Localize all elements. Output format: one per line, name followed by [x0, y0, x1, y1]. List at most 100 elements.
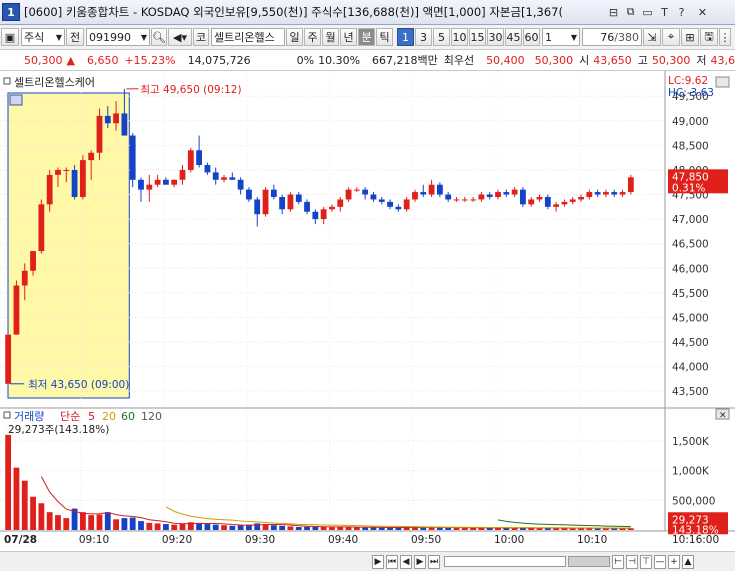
time-tick-label: 09:20: [162, 534, 192, 546]
candle-body: [445, 194, 452, 200]
candle-body: [204, 165, 211, 173]
zoom-in-icon[interactable]: +: [668, 554, 680, 569]
price-tick-label: 48,500: [672, 140, 709, 152]
font-icon[interactable]: T: [657, 5, 672, 20]
period-minute[interactable]: 분: [358, 28, 375, 46]
volume-bar: [229, 525, 236, 530]
unit-select[interactable]: 1 ▼: [542, 28, 580, 46]
price-tick-label: 46,000: [672, 263, 709, 275]
zoom-icon[interactable]: ⇲: [643, 28, 661, 46]
chart-area[interactable]: 49,50049,00048,50048,00047,50047,00046,5…: [0, 71, 735, 551]
candle-body: [478, 194, 485, 200]
period-day[interactable]: 일: [286, 28, 303, 46]
interval-45[interactable]: 45: [505, 28, 522, 46]
interval-60[interactable]: 60: [523, 28, 540, 46]
candle-body: [353, 189, 360, 191]
price-tick-label: 44,500: [672, 337, 709, 349]
volume-bar: [162, 524, 169, 530]
volume-bar: [279, 525, 286, 530]
candle-body: [138, 179, 144, 190]
menu-toggle-icon[interactable]: ▣: [1, 28, 19, 46]
candle-body: [553, 204, 560, 207]
volume-bar: [445, 527, 452, 530]
panel-collapse-icon[interactable]: [715, 76, 730, 88]
interval-30[interactable]: 30: [487, 28, 504, 46]
volume-bar: [96, 514, 103, 530]
volume-bar: [237, 525, 244, 530]
candle-body: [345, 189, 352, 200]
grid-icon[interactable]: ⊞: [681, 28, 699, 46]
volume-bar: [337, 527, 344, 530]
range-top-icon[interactable]: ⊤: [640, 554, 652, 569]
price-volume-chart[interactable]: 49,50049,00048,50048,00047,50047,00046,5…: [0, 71, 735, 551]
search-icon[interactable]: 🔍︎: [151, 28, 167, 46]
ma-60: 60: [121, 410, 135, 423]
scroll-thumb[interactable]: [568, 556, 610, 567]
candle-body: [578, 196, 584, 200]
close-icon[interactable]: ✕: [695, 5, 710, 20]
last-button[interactable]: ⏭: [428, 554, 440, 569]
volume-bar: [212, 524, 219, 530]
period-week[interactable]: 주: [304, 28, 321, 46]
time-tick-label: 10:00: [494, 534, 524, 546]
candle-body: [486, 194, 493, 197]
market-mode-button[interactable]: 전: [66, 28, 84, 46]
time-tick-label: 09:40: [328, 534, 358, 546]
crosshair-icon[interactable]: ⌖: [662, 28, 680, 46]
interval-15[interactable]: 15: [469, 28, 486, 46]
volume-bar: [55, 515, 61, 530]
market-code-icon[interactable]: 코: [193, 28, 209, 46]
scroll-up-icon[interactable]: ▲: [682, 554, 694, 569]
more-icon[interactable]: ⋮: [719, 28, 731, 46]
open-price: 43,650: [593, 53, 632, 67]
chevron-down-icon: ▼: [55, 32, 62, 42]
price-change: 6,650: [86, 53, 119, 67]
period-tick[interactable]: 틱: [376, 28, 393, 46]
volume-bar: [13, 467, 20, 530]
interval-5[interactable]: 5: [433, 28, 450, 46]
high-price: 50,300: [651, 53, 691, 67]
count-field[interactable]: 76/380: [582, 28, 642, 46]
window-number-badge[interactable]: 1: [2, 3, 20, 21]
minimize-icon[interactable]: ⊟: [606, 5, 621, 20]
volume-bar: [79, 512, 86, 530]
interval-10[interactable]: 10: [451, 28, 468, 46]
scroll-track[interactable]: [444, 556, 566, 567]
help-icon[interactable]: ?: [674, 5, 689, 20]
pct-a: 0%: [296, 53, 315, 67]
market-select[interactable]: 주식 ▼: [21, 28, 65, 46]
restore-icon[interactable]: ⧉: [623, 5, 638, 20]
close-icon[interactable]: ✕: [719, 411, 727, 421]
first-button[interactable]: ⏮: [386, 554, 398, 569]
hc-indicator: HC:-3.63: [668, 87, 714, 99]
zoom-out-icon[interactable]: —: [654, 554, 666, 569]
stock-code-input[interactable]: 091990 ▼: [86, 28, 150, 46]
period-month[interactable]: 월: [322, 28, 339, 46]
price-change-pct: +15.23%: [124, 53, 176, 67]
period-year[interactable]: 년: [340, 28, 357, 46]
save-icon[interactable]: 🖫: [700, 28, 718, 46]
range-end-icon[interactable]: ⊣: [626, 554, 638, 569]
candle-body: [569, 199, 576, 202]
candle-body: [79, 160, 86, 197]
candle-body: [403, 199, 410, 210]
range-start-icon[interactable]: ⊢: [612, 554, 624, 569]
volume-bar: [453, 527, 460, 530]
next-button[interactable]: ▶: [414, 554, 426, 569]
interval-3[interactable]: 3: [415, 28, 432, 46]
volume-bar: [129, 517, 136, 530]
pct-b: 10.30%: [318, 53, 361, 67]
panel-settings-icon[interactable]: [9, 94, 23, 106]
history-nav-icon[interactable]: ◀▾: [168, 28, 192, 46]
candle-body: [395, 206, 402, 210]
candle-body: [312, 211, 319, 220]
candle-body: [603, 192, 609, 195]
play-button[interactable]: ▶: [372, 554, 384, 569]
prev-button[interactable]: ◀: [400, 554, 412, 569]
interval-1[interactable]: 1: [397, 28, 414, 46]
bid-price: 50,400: [486, 53, 525, 67]
current-price: 50,300: [24, 53, 63, 67]
candle-body: [420, 192, 427, 195]
maximize-icon[interactable]: ▭: [640, 5, 655, 20]
volume-bar: [320, 527, 327, 530]
